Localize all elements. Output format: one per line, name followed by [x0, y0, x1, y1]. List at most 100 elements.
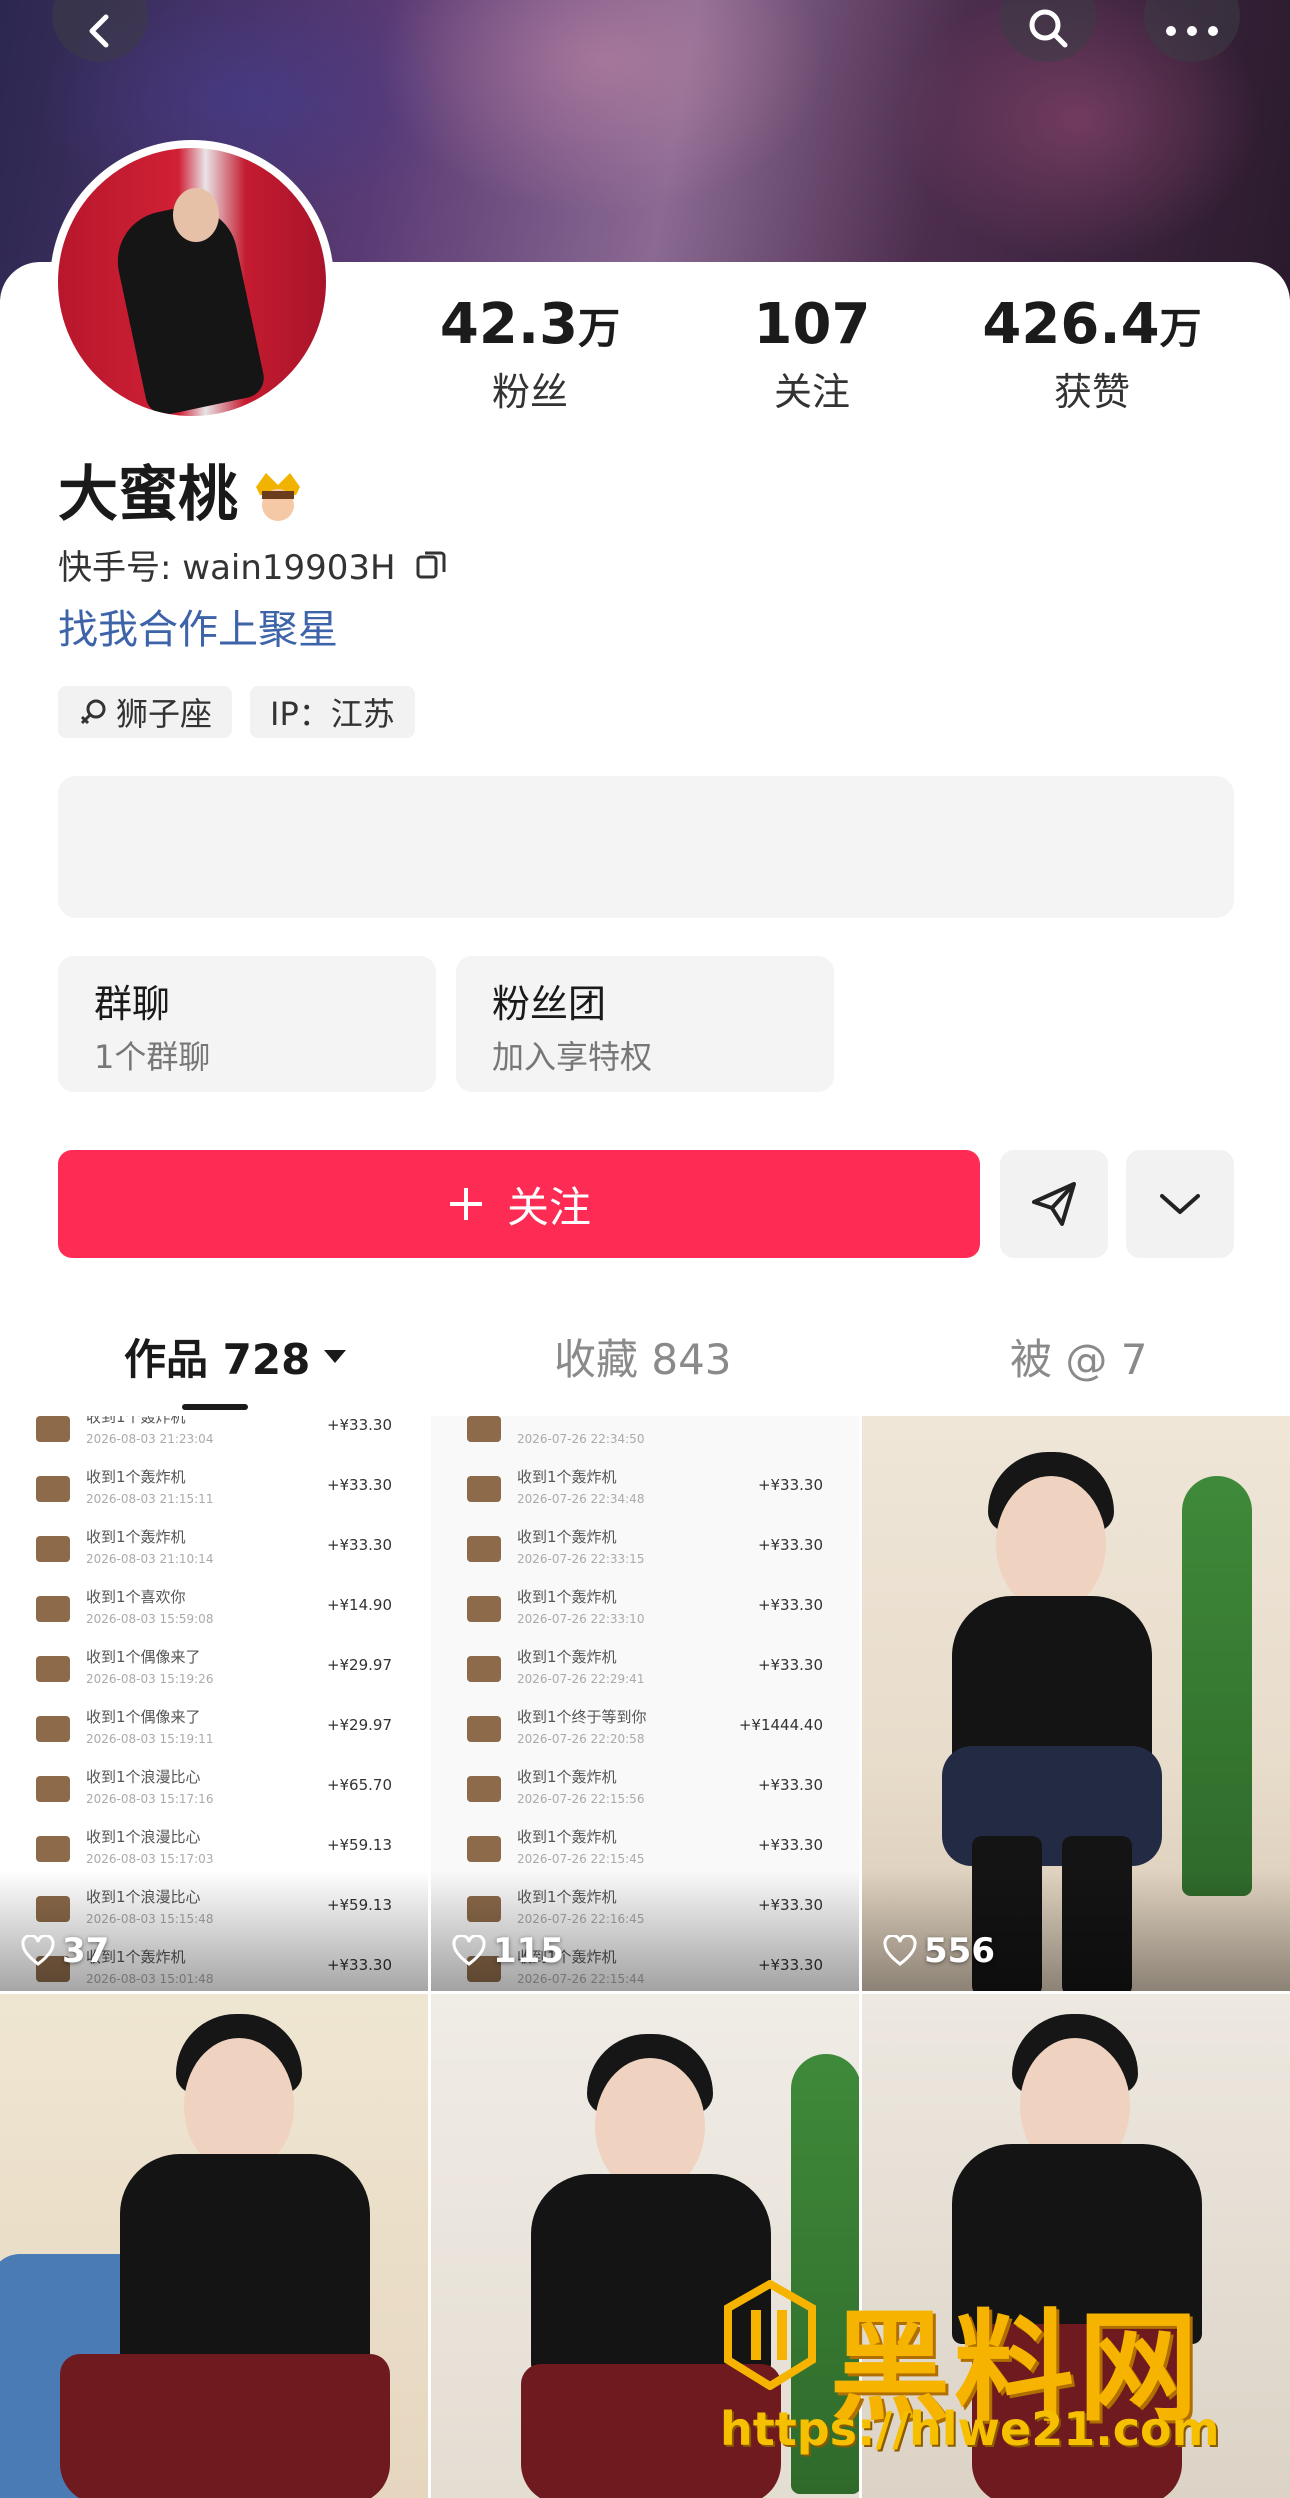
- gift-record-time: 2026-08-03 15:17:16: [86, 1792, 214, 1806]
- profile-name: 大蜜桃: [58, 460, 238, 530]
- gift-record-time: 2026-08-03 15:19:26: [86, 1672, 214, 1686]
- gift-record-amount: +¥33.30: [326, 1476, 392, 1494]
- gift-record-time: 2026-08-03 21:10:14: [86, 1552, 214, 1566]
- share-button[interactable]: [1000, 1150, 1108, 1258]
- gift-record-amount: +¥1444.40: [738, 1716, 823, 1734]
- gift-record-title: 收到1个偶像来了: [86, 1708, 201, 1726]
- gift-record-amount: +¥33.30: [757, 1836, 823, 1854]
- gift-record-title: 收到1个轰炸机: [86, 1468, 186, 1486]
- stat-followers-unit: 万: [578, 304, 621, 353]
- more-button[interactable]: [1144, 0, 1240, 62]
- watermark-url: https://hlwe21.com: [720, 2402, 1220, 2456]
- gift-record-row: 收到1个轰炸机 2026-07-26 22:34:48 +¥33.30: [431, 1462, 859, 1522]
- like-count: 556: [882, 1931, 995, 1971]
- gift-record-time: 2026-08-03 15:17:03: [86, 1852, 214, 1866]
- gift-record-row: 收到1个偶像来了 2026-08-03 15:19:26 +¥29.97: [0, 1642, 428, 1702]
- gift-icon: [467, 1476, 501, 1502]
- avatar-head: [173, 188, 219, 242]
- gift-record-row: 收到1个轰炸机 2026-08-03 21:10:14 +¥33.30: [0, 1522, 428, 1582]
- caret-down-icon: [324, 1350, 347, 1363]
- figure-skirt: [60, 2354, 390, 2498]
- back-button[interactable]: [52, 0, 148, 62]
- fan-club-subtitle: 加入享特权: [492, 1038, 653, 1076]
- gift-icon: [36, 1416, 70, 1442]
- gift-record-time: 2026-08-03 15:19:11: [86, 1732, 214, 1746]
- profile-stats: 42.3万 粉丝 107 关注 426.4万 获赞: [0, 290, 1290, 430]
- tag-zodiac[interactable]: 狮子座: [58, 686, 233, 738]
- gift-icon: [467, 1716, 501, 1742]
- tab-mentions[interactable]: 被 @ 7: [1010, 1306, 1147, 1406]
- like-count-value: 37: [62, 1931, 110, 1971]
- gift-record-row: 收到1个轰炸机 2026-07-26 22:15:56 +¥33.30: [431, 1762, 859, 1822]
- gift-record-amount: +¥65.70: [326, 1776, 392, 1794]
- video-thumbnail[interactable]: 2026-07-26 22:34:50 收到1个轰炸机 2026-07-26 22:…: [431, 1416, 859, 1991]
- chevron-down-icon: [1160, 1194, 1200, 1214]
- gift-record-amount: +¥29.97: [326, 1656, 392, 1674]
- heart-icon: [883, 1935, 917, 1966]
- like-count-value: 556: [924, 1931, 995, 1971]
- gift-record-time: 2026-07-26 22:15:45: [517, 1852, 645, 1866]
- gift-icon: [467, 1536, 501, 1562]
- figure-head: [996, 1476, 1106, 1612]
- gift-icon: [467, 1416, 501, 1442]
- tag-zodiac-label: 狮子座: [116, 695, 213, 733]
- video-thumbnail[interactable]: 收到1个轰炸机 2026-08-03 21:23:04 +¥33.30 收到1个轰炸机…: [0, 1416, 428, 1991]
- user-id: 快手号: wain19903H: [58, 548, 396, 588]
- gift-record-row: 收到1个轰炸机 2026-08-03 21:23:04 +¥33.30: [0, 1416, 428, 1462]
- crown-icon: [256, 473, 300, 521]
- search-icon: [1029, 9, 1068, 48]
- gift-record-row: 收到1个浪漫比心 2026-08-03 15:17:16 +¥65.70: [0, 1762, 428, 1822]
- video-thumbnail[interactable]: [0, 1994, 428, 2498]
- gift-record-row: 收到1个喜欢你 2026-08-03 15:59:08 +¥14.90: [0, 1582, 428, 1642]
- like-count-value: 115: [493, 1931, 564, 1971]
- gift-icon: [467, 1776, 501, 1802]
- gift-record-time: 2026-07-26 22:34:50: [517, 1432, 645, 1446]
- gift-record-amount: +¥33.30: [757, 1596, 823, 1614]
- bio-link[interactable]: 找我合作上聚星: [58, 602, 338, 658]
- tab-favorites[interactable]: 收藏 843: [554, 1306, 732, 1406]
- stat-following[interactable]: 107 关注: [692, 290, 932, 418]
- content-tabs: 作品 728 收藏 843 被 @ 7: [0, 1306, 1290, 1416]
- gift-icon: [36, 1656, 70, 1682]
- plant-decor: [1182, 1476, 1252, 1896]
- like-count: 115: [451, 1931, 564, 1971]
- stat-following-label: 关注: [773, 370, 850, 414]
- gift-record-time: 2026-07-26 22:34:48: [517, 1492, 645, 1506]
- gift-icon: [467, 1596, 501, 1622]
- tab-mentions-label: 被 @ 7: [1010, 1334, 1148, 1384]
- gift-record-row: 收到1个轰炸机 2026-07-26 22:33:15 +¥33.30: [431, 1522, 859, 1582]
- stat-likes[interactable]: 426.4万 获赞: [972, 290, 1212, 418]
- active-tab-indicator: [182, 1404, 248, 1410]
- gift-record-row: 收到1个轰炸机 2026-07-26 22:33:10 +¥33.30: [431, 1582, 859, 1642]
- gift-record-title: 收到1个轰炸机: [517, 1588, 617, 1606]
- expand-button[interactable]: [1126, 1150, 1234, 1258]
- follow-button[interactable]: 关注: [58, 1150, 980, 1258]
- search-button[interactable]: [1000, 0, 1096, 62]
- gift-icon: [36, 1596, 70, 1622]
- gift-record-amount: +¥33.30: [757, 1476, 823, 1494]
- video-thumbnail[interactable]: 556: [862, 1416, 1290, 1991]
- fan-club-title: 粉丝团: [492, 982, 607, 1026]
- gift-record-title: 收到1个轰炸机: [517, 1468, 617, 1486]
- more-dots-icon: [1166, 26, 1218, 36]
- gift-record-title: 收到1个轰炸机: [517, 1768, 617, 1786]
- gift-record-time: 2026-07-26 22:15:56: [517, 1792, 645, 1806]
- gift-record-time: 2026-08-03 21:23:04: [86, 1432, 214, 1446]
- name-row: 大蜜桃: [58, 455, 306, 535]
- tab-works[interactable]: 作品 728: [124, 1306, 348, 1406]
- stat-likes-value: 426.4: [982, 292, 1160, 357]
- gift-record-time: 2026-08-03 21:15:11: [86, 1492, 214, 1506]
- gift-record-title: 收到1个终于等到你: [517, 1708, 647, 1726]
- gift-record-amount: +¥33.30: [326, 1416, 392, 1434]
- stat-likes-unit: 万: [1159, 304, 1202, 353]
- zodiac-male-icon: [80, 699, 106, 725]
- group-chat-card[interactable]: 群聊 1个群聊: [58, 956, 436, 1092]
- tab-favorites-label: 收藏 843: [554, 1334, 732, 1384]
- stat-followers[interactable]: 42.3万 粉丝: [410, 290, 650, 418]
- fan-club-card[interactable]: 粉丝团 加入享特权: [456, 956, 834, 1092]
- stat-followers-value: 42.3: [439, 292, 579, 357]
- gift-record-row: 收到1个偶像来了 2026-08-03 15:19:11 +¥29.97: [0, 1702, 428, 1762]
- like-count: 37: [20, 1931, 109, 1971]
- copy-icon[interactable]: [414, 548, 448, 582]
- gift-record-title: 收到1个偶像来了: [86, 1648, 201, 1666]
